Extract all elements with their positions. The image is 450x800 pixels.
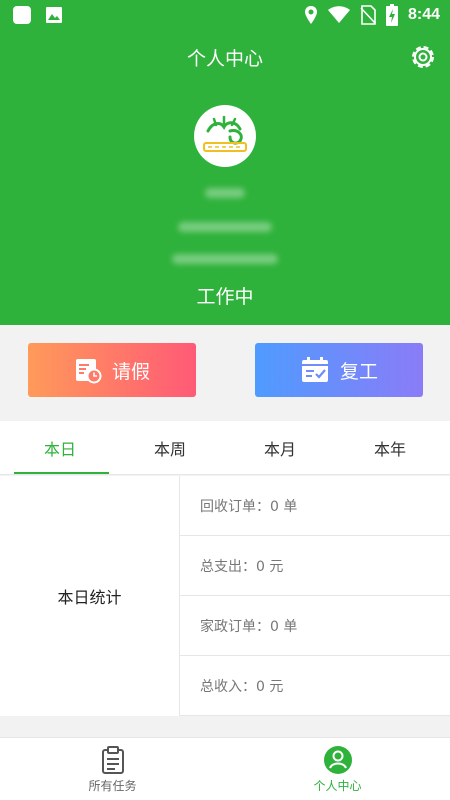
location-icon (304, 6, 317, 24)
status-bar: 8:44 (0, 0, 450, 32)
calendar-clock-icon (75, 359, 102, 384)
nav-profile-label: 个人中心 (313, 779, 362, 793)
status-time: 8:44 (407, 6, 440, 23)
blurred-user-address (172, 254, 278, 264)
action-buttons: 请假 复工 (0, 325, 450, 421)
stat-total-income: 总收入：0 元 (180, 656, 450, 716)
blurred-user-phone (178, 222, 272, 232)
image-icon (46, 7, 62, 23)
leave-button[interactable]: 请假 (28, 343, 196, 397)
user-circle-icon (323, 746, 352, 774)
blurred-user-name (205, 188, 245, 198)
nav-all-tasks-label: 所有任务 (88, 779, 137, 793)
tab-month[interactable]: 本月 (220, 421, 340, 475)
battery-charging-icon (385, 4, 398, 26)
nav-all-tasks[interactable]: 所有任务 (0, 738, 225, 800)
leave-button-label: 请假 (111, 360, 150, 383)
status-left-icons (12, 5, 64, 25)
avatar[interactable] (194, 105, 256, 167)
stat-recycle-orders: 回收订单：0 单 (180, 476, 450, 536)
period-tabs: 本日 本周 本月 本年 (0, 421, 450, 475)
settings-gear-icon[interactable] (408, 42, 438, 72)
work-status: 工作中 (196, 286, 254, 308)
stat-housekeeping-orders: 家政订单：0 单 (180, 596, 450, 656)
stat-total-expense: 总支出：0 元 (180, 536, 450, 596)
status-right-icons: 8:44 (304, 4, 440, 26)
tab-week[interactable]: 本周 (110, 421, 230, 475)
clipboard-icon (101, 746, 124, 774)
app-icon (13, 6, 31, 24)
nav-profile[interactable]: 个人中心 (225, 738, 450, 800)
resume-work-button[interactable]: 复工 (255, 343, 423, 397)
tab-year[interactable]: 本年 (330, 421, 450, 475)
logo-icon (203, 115, 247, 152)
stats-panel: 本日统计 回收订单：0 单 总支出：0 元 家政订单：0 单 总收入：0 元 (0, 476, 450, 716)
stats-period-label: 本日统计 (0, 476, 180, 716)
page-title: 个人中心 (186, 48, 263, 70)
no-sim-icon (360, 5, 376, 25)
tab-today[interactable]: 本日 (0, 421, 120, 475)
profile-header: 个人中心 工作中 (0, 32, 450, 325)
bottom-nav: 所有任务 个人中心 (0, 737, 450, 800)
resume-button-label: 复工 (339, 360, 378, 383)
calendar-check-icon (301, 357, 328, 382)
wifi-icon (327, 6, 350, 23)
active-tab-indicator (14, 472, 109, 474)
